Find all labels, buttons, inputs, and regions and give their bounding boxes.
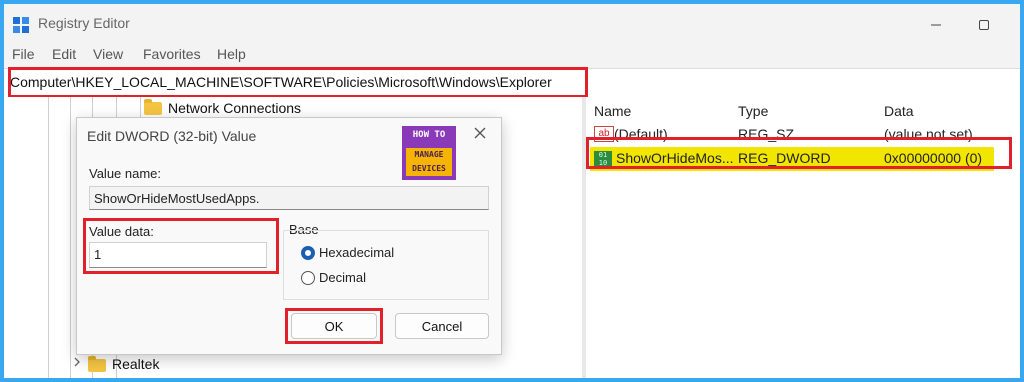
folder-icon [88,356,106,372]
menu-edit[interactable]: Edit [52,46,76,62]
menu-help[interactable]: Help [217,46,246,62]
folder-icon [144,99,162,115]
base-group [283,230,489,300]
chevron-right-icon[interactable] [72,357,82,367]
radio-selected-icon [301,246,315,260]
menu-file[interactable]: File [12,46,35,62]
column-name[interactable]: Name [594,103,631,119]
address-highlight-box [8,67,588,98]
title-bar: Registry Editor [4,4,1020,44]
value-name-label: Value name: [89,166,162,181]
tree-guide-line [70,97,71,378]
tree-guide-line [48,97,49,378]
column-data[interactable]: Data [884,103,914,119]
close-icon[interactable] [473,126,487,140]
radio-label: Decimal [319,270,366,285]
dialog-title: Edit DWORD (32-bit) Value [87,128,257,144]
column-type[interactable]: Type [738,103,768,119]
window-title: Registry Editor [38,15,130,31]
value-data-highlight-box [83,218,279,274]
radio-label: Hexadecimal [319,245,395,260]
menu-favorites[interactable]: Favorites [143,46,201,62]
ok-highlight-box [285,308,383,344]
logo-line-2: DEVICES [412,164,446,173]
minimize-button[interactable] [918,12,954,38]
registry-editor-icon [13,17,29,33]
tree-item-realtek[interactable]: Realtek [112,356,159,372]
menu-view[interactable]: View [93,46,123,62]
maximize-icon [979,20,989,30]
how-to-manage-devices-logo: HOW TO MANAGE DEVICES [402,126,456,180]
row-highlight-box [586,137,1012,169]
tree-guide-line [140,97,141,117]
maximize-button[interactable] [966,12,1002,38]
cancel-button[interactable]: Cancel [395,313,489,339]
tree-item-network-connections[interactable]: Network Connections [168,100,301,116]
registry-editor-window: Registry Editor File Edit View Favorites… [4,4,1020,378]
logo-line-1: MANAGE [414,150,444,159]
minimize-icon [931,24,941,26]
logo-top-text: HOW TO [412,130,446,140]
logo-bottom: MANAGE DEVICES [406,148,452,176]
value-name-field: ShowOrHideMostUsedApps. [89,186,489,210]
radio-empty-icon [301,271,315,285]
